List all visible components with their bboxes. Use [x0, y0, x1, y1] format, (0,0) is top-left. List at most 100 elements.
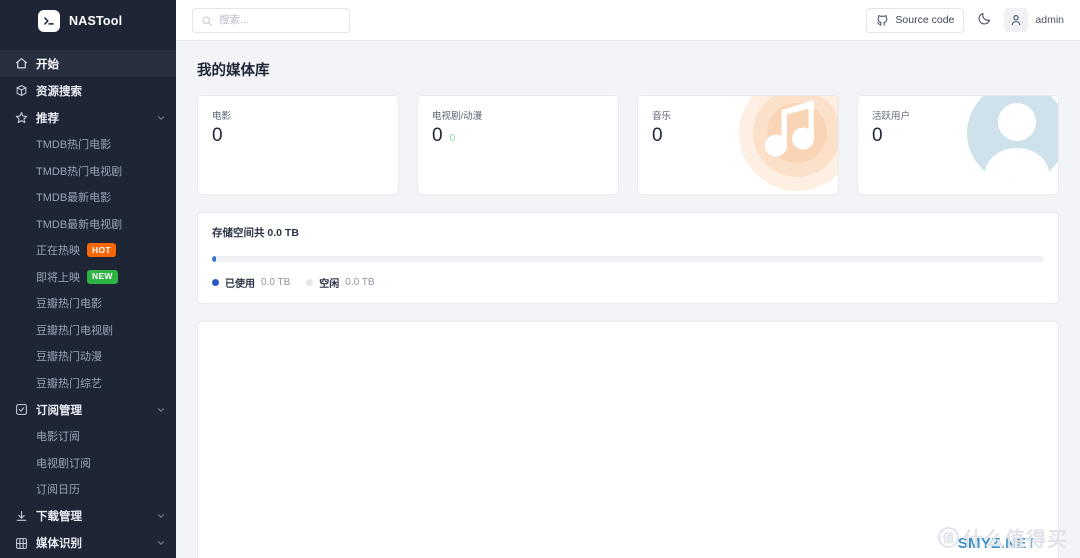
stat-card-value-wrap: 0 — [212, 125, 384, 147]
app-root: NASTool 开始 资源搜索 推荐 TMDB热门电影 TMDB热门电视剧 TM… — [0, 0, 1080, 558]
source-code-label: Source code — [895, 14, 955, 26]
stat-card-value-wrap: 0 — [652, 125, 824, 147]
source-code-button[interactable]: Source code — [866, 7, 965, 33]
legend-item-free: 空闲 0.0 TB — [306, 275, 375, 290]
legend-dot-icon — [212, 279, 219, 286]
stat-card-value-wrap: 0 0 — [432, 125, 604, 147]
sidebar-item-label: 订阅管理 — [36, 404, 82, 417]
chevron-down-icon — [156, 113, 166, 123]
sidebar-item-douban-hot-tv[interactable]: 豆瓣热门电视剧 — [0, 317, 176, 344]
storage-legend: 已使用 0.0 TB 空闲 0.0 TB — [212, 275, 1044, 290]
legend-label: 空闲 — [319, 279, 340, 290]
sidebar-item-tmdb-hot-movies[interactable]: TMDB热门电影 — [0, 131, 176, 158]
sidebar-item-douban-hot-anime[interactable]: 豆瓣热门动漫 — [0, 343, 176, 370]
sidebar-item-tmdb-new-tv[interactable]: TMDB最新电视剧 — [0, 211, 176, 238]
theme-toggle-button[interactable] — [971, 7, 997, 33]
sidebar-item-movie-subscription[interactable]: 电影订阅 — [0, 423, 176, 450]
brand[interactable]: NASTool — [0, 0, 176, 42]
sidebar-item-now-playing[interactable]: 正在热映 HOT — [0, 237, 176, 264]
search-input[interactable] — [219, 14, 341, 26]
grid-icon — [14, 536, 28, 550]
sidebar-item-label: 豆瓣热门电视剧 — [36, 324, 113, 337]
sidebar: NASTool 开始 资源搜索 推荐 TMDB热门电影 TMDB热门电视剧 TM… — [0, 0, 176, 558]
sidebar-item-upcoming[interactable]: 即将上映 NEW — [0, 264, 176, 291]
chevron-down-icon — [156, 511, 166, 521]
empty-content-panel — [197, 321, 1059, 558]
terminal-icon — [38, 10, 60, 32]
sidebar-item-media-recognition[interactable]: 媒体识别 — [0, 530, 176, 557]
stat-card-value: 0 — [872, 125, 883, 146]
page-title: 我的媒体库 — [197, 63, 270, 79]
avatar — [1004, 8, 1029, 32]
sidebar-item-douban-hot-variety[interactable]: 豆瓣热门综艺 — [0, 370, 176, 397]
storage-title: 存储空间共 0.0 TB — [212, 227, 299, 239]
user-name: admin — [1035, 14, 1064, 26]
stat-card-value: 0 — [432, 125, 443, 146]
sidebar-item-label: 豆瓣热门综艺 — [36, 377, 102, 390]
legend-value: 0.0 TB — [345, 277, 375, 288]
sidebar-item-tmdb-hot-tv[interactable]: TMDB热门电视剧 — [0, 158, 176, 185]
sidebar-item-recommend[interactable]: 推荐 — [0, 104, 176, 131]
sidebar-item-resource-search[interactable]: 资源搜索 — [0, 77, 176, 104]
legend-item-used: 已使用 0.0 TB — [212, 275, 290, 290]
sidebar-item-label: 电影订阅 — [36, 431, 80, 444]
sidebar-item-tv-subscription[interactable]: 电视剧订阅 — [0, 450, 176, 477]
moon-icon — [977, 11, 992, 29]
sidebar-item-label: 电视剧订阅 — [36, 457, 91, 470]
sidebar-item-label: 开始 — [36, 58, 59, 71]
stat-card-label: 电影 — [212, 111, 232, 122]
brand-name: NASTool — [69, 14, 123, 28]
sidebar-item-label: TMDB热门电视剧 — [36, 165, 123, 178]
checklist-icon — [14, 403, 28, 417]
sidebar-item-label: 订阅日历 — [36, 484, 80, 497]
sidebar-item-start[interactable]: 开始 — [0, 50, 176, 77]
download-icon — [14, 509, 28, 523]
sidebar-item-subscription-manage[interactable]: 订阅管理 — [0, 396, 176, 423]
stat-card-value-wrap: 0 — [872, 125, 1044, 147]
status-badge-hot: HOT — [87, 243, 116, 258]
legend-dot-icon — [306, 279, 314, 286]
stat-card-value: 0 — [652, 125, 663, 146]
sidebar-item-label: TMDB最新电影 — [36, 192, 112, 205]
star-icon — [14, 111, 28, 125]
stat-card-value: 0 — [212, 125, 223, 146]
storage-progress-bar — [212, 256, 1044, 262]
storage-progress-fill — [212, 256, 216, 262]
sidebar-item-label: 正在热映 — [36, 245, 80, 258]
stat-card-list: 电影 0 电视剧/动漫 0 0 音乐 0 活跃用户 0 — [197, 95, 1059, 195]
watermark-site: SMYZ.NET — [957, 535, 1036, 552]
stat-card-label: 音乐 — [652, 111, 672, 122]
sidebar-item-download-manage[interactable]: 下载管理 — [0, 503, 176, 530]
sidebar-item-douban-hot-movies[interactable]: 豆瓣热门电影 — [0, 290, 176, 317]
search-box[interactable] — [192, 7, 350, 33]
sidebar-item-label: 即将上映 — [36, 271, 80, 284]
stat-card-music[interactable]: 音乐 0 — [637, 95, 839, 195]
content: 我的媒体库 电影 0 电视剧/动漫 0 0 音乐 0 活跃用户 0 存储空间共 … — [176, 41, 1080, 558]
sidebar-item-tmdb-new-movies[interactable]: TMDB最新电影 — [0, 184, 176, 211]
sidebar-item-label: 推荐 — [36, 112, 59, 125]
github-icon — [876, 14, 889, 27]
stat-card-movies[interactable]: 电影 0 — [197, 95, 399, 195]
main-area: Source code admin — [176, 0, 1080, 558]
sidebar-item-label: 豆瓣热门电影 — [36, 298, 102, 311]
sidebar-item-subscription-calendar[interactable]: 订阅日历 — [0, 476, 176, 503]
status-badge-new: NEW — [87, 269, 118, 284]
home-icon — [14, 57, 28, 71]
legend-label: 已使用 — [225, 279, 255, 290]
user-menu[interactable]: admin — [1004, 8, 1064, 32]
stat-card-subvalue: 0 — [449, 133, 456, 144]
sidebar-item-label: 资源搜索 — [36, 85, 82, 98]
box-icon — [14, 84, 28, 98]
stat-card-tv-anime[interactable]: 电视剧/动漫 0 0 — [417, 95, 619, 195]
search-icon — [201, 14, 213, 27]
stat-card-label: 电视剧/动漫 — [432, 111, 483, 122]
stat-card-active-users[interactable]: 活跃用户 0 — [857, 95, 1059, 195]
sidebar-nav: 开始 资源搜索 推荐 TMDB热门电影 TMDB热门电视剧 TMDB最新电影 T… — [0, 42, 176, 557]
sidebar-item-label: TMDB最新电视剧 — [36, 218, 123, 231]
sidebar-item-label: 豆瓣热门动漫 — [36, 351, 102, 364]
sidebar-item-label: TMDB热门电影 — [36, 139, 112, 152]
legend-value: 0.0 TB — [261, 277, 291, 288]
topbar: Source code admin — [176, 0, 1080, 41]
sidebar-item-label: 下载管理 — [36, 511, 82, 523]
sidebar-item-label: 媒体识别 — [36, 538, 82, 550]
